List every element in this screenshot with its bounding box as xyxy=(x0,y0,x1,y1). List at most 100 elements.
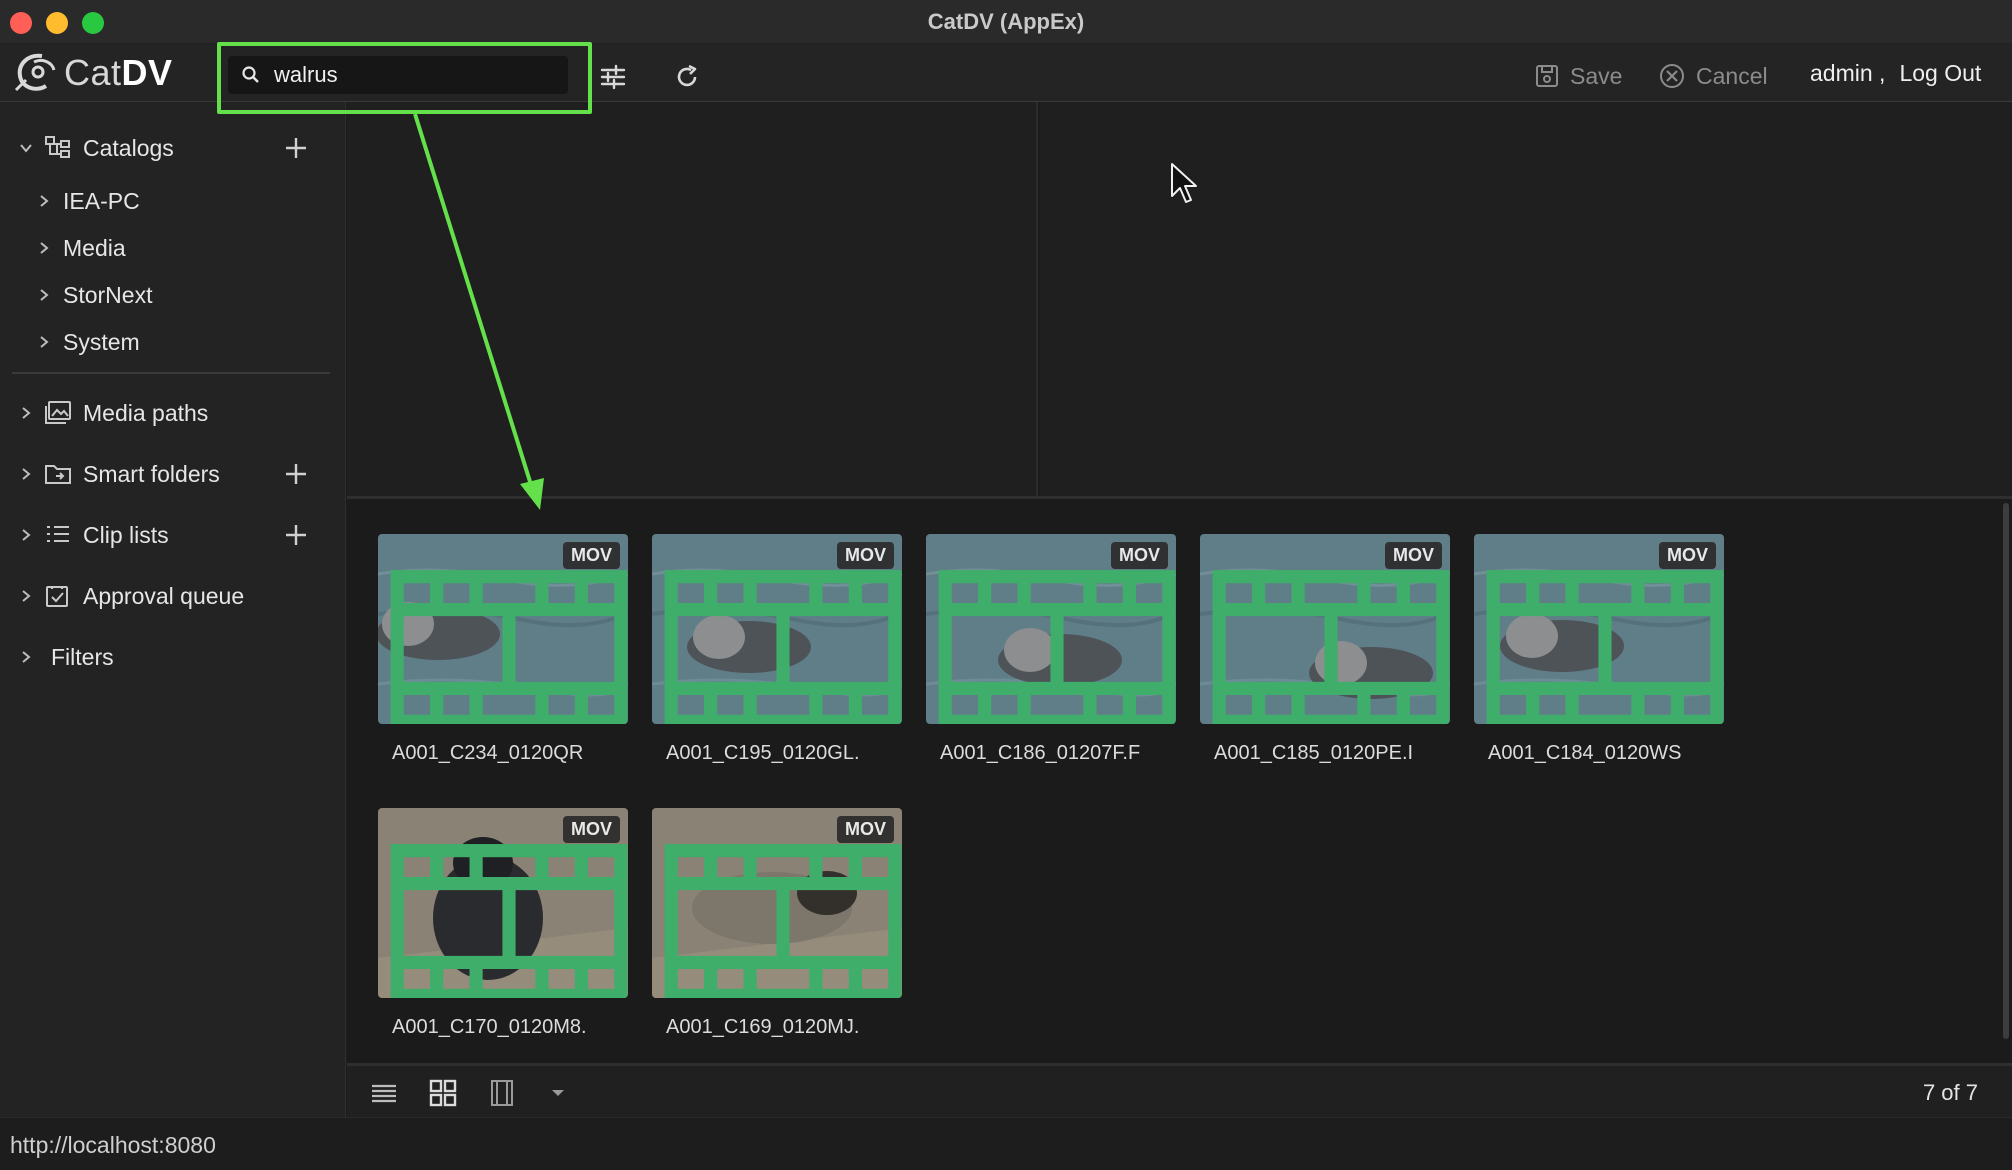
format-badge: MOV xyxy=(836,816,894,843)
media-paths-label: Media paths xyxy=(83,399,209,426)
film-strip-icon xyxy=(1212,570,1450,724)
cancel-label: Cancel xyxy=(1696,62,1768,89)
film-strip-icon xyxy=(1486,570,1724,724)
clip-name: A001_C184_0120WS xyxy=(1488,742,1682,764)
sidebar-item-catalogs[interactable]: Catalogs xyxy=(0,128,346,168)
catalog-label: Media xyxy=(63,234,126,261)
clip-thumbnail-card[interactable]: MOV A001_C195_0120GL. xyxy=(652,534,902,774)
sidebar-item-filters[interactable]: Filters xyxy=(0,637,346,677)
status-url: http://localhost:8080 xyxy=(10,1132,216,1158)
username: admin , xyxy=(1810,60,1886,86)
smart-folder-icon xyxy=(45,465,71,484)
save-button[interactable]: Save xyxy=(1534,58,1622,94)
format-badge: MOV xyxy=(1384,542,1442,569)
clip-name: A001_C234_0120QR xyxy=(392,742,584,764)
film-strip-icon xyxy=(938,570,1176,724)
save-label: Save xyxy=(1570,62,1623,89)
logout-link[interactable]: Log Out xyxy=(1899,60,1981,87)
add-clip-list-icon[interactable] xyxy=(282,521,310,549)
cancel-button[interactable]: Cancel xyxy=(1658,58,1768,94)
chevron-down-icon xyxy=(20,144,32,153)
clip-grid: MOV A001_C234_0120QR MOV A001_C195_0120G… xyxy=(347,499,2012,1063)
add-smart-folder-icon[interactable] xyxy=(282,460,310,488)
sliders-icon xyxy=(600,64,626,90)
clip-thumbnail-image[interactable]: MOV xyxy=(926,534,1176,724)
filmstrip-view-icon[interactable] xyxy=(487,1078,517,1108)
filters-label: Filters xyxy=(51,643,114,670)
sidebar-item-clip-lists[interactable]: Clip lists xyxy=(0,515,346,555)
film-strip-icon xyxy=(390,570,628,724)
sidebar-item-media-paths[interactable]: Media paths xyxy=(0,393,346,433)
list-view-icon[interactable] xyxy=(369,1078,399,1108)
format-badge: MOV xyxy=(562,816,620,843)
film-strip-icon xyxy=(390,844,628,998)
clip-thumbnail-image[interactable]: MOV xyxy=(1474,534,1724,724)
title-bar: CatDV (AppEx) xyxy=(0,0,2012,44)
clip-thumbnail-image[interactable]: MOV xyxy=(652,808,902,998)
clip-thumbnail-card[interactable]: MOV A001_C170_0120M8. xyxy=(378,808,628,1048)
film-strip-icon xyxy=(664,844,902,998)
clip-thumbnail-card[interactable]: MOV A001_C185_0120PE.I xyxy=(1200,534,1450,774)
chevron-right-icon xyxy=(40,242,49,254)
clip-lists-label: Clip lists xyxy=(83,521,169,548)
chevron-right-icon xyxy=(22,590,31,602)
catalogs-label: Catalogs xyxy=(83,134,174,161)
sidebar: Catalogs IEA-PC Media StorNext System Me… xyxy=(0,102,346,1117)
refresh-button[interactable] xyxy=(670,60,704,94)
clip-name: A001_C195_0120GL. xyxy=(666,742,860,764)
status-bar: http://localhost:8080 xyxy=(0,1117,2012,1170)
smart-folders-label: Smart folders xyxy=(83,460,220,487)
grid-view-icon[interactable] xyxy=(428,1078,458,1108)
chevron-right-icon xyxy=(22,529,31,541)
clip-thumbnail-image[interactable]: MOV xyxy=(378,534,628,724)
clip-thumbnail-card[interactable]: MOV A001_C169_0120MJ. xyxy=(652,808,902,1048)
sidebar-item-catalog[interactable]: Media xyxy=(0,228,346,268)
save-icon xyxy=(1536,65,1558,87)
filter-settings-button[interactable] xyxy=(596,60,630,94)
preview-pane-right xyxy=(1040,102,2012,496)
clip-thumbnail-card[interactable]: MOV A001_C184_0120WS xyxy=(1474,534,1724,774)
cancel-icon xyxy=(1660,64,1684,88)
preview-pane-left xyxy=(347,102,1038,496)
search-input[interactable] xyxy=(274,62,554,88)
format-badge: MOV xyxy=(562,542,620,569)
main-area: MOV A001_C234_0120QR MOV A001_C195_0120G… xyxy=(347,102,2012,1117)
chevron-right-icon xyxy=(22,407,31,419)
format-badge: MOV xyxy=(1110,542,1168,569)
clip-thumbnail-card[interactable]: MOV A001_C186_01207F.F xyxy=(926,534,1176,774)
view-controls-bar: 7 of 7 xyxy=(347,1063,2012,1117)
search-icon xyxy=(242,66,259,83)
sidebar-item-catalog[interactable]: StorNext xyxy=(0,275,346,315)
clip-thumbnail-card[interactable]: MOV A001_C234_0120QR xyxy=(378,534,628,774)
film-strip-icon xyxy=(664,570,902,724)
view-options-dropdown-icon[interactable] xyxy=(543,1078,573,1108)
approval-checkbox-icon xyxy=(46,586,68,607)
sidebar-item-smart-folders[interactable]: Smart folders xyxy=(0,454,346,494)
user-area: admin , Log Out xyxy=(1810,60,1981,87)
clip-name: A001_C186_01207F.F xyxy=(940,742,1141,764)
clip-thumbnail-image[interactable]: MOV xyxy=(652,534,902,724)
clip-thumbnail-image[interactable]: MOV xyxy=(1200,534,1450,724)
clip-count: 7 of 7 xyxy=(1922,1080,1978,1105)
catdv-logo: CatDV xyxy=(12,50,173,96)
catalog-label: StorNext xyxy=(63,281,153,308)
sidebar-item-catalog[interactable]: System xyxy=(0,322,346,362)
format-badge: MOV xyxy=(836,542,894,569)
refresh-icon xyxy=(677,64,697,87)
sidebar-item-approval-queue[interactable]: Approval queue xyxy=(0,576,346,616)
list-icon xyxy=(47,526,69,542)
catdv-logo-icon xyxy=(14,53,56,92)
clip-thumbnail-image[interactable]: MOV xyxy=(378,808,628,998)
clip-grid-scrollbar[interactable] xyxy=(2003,503,2009,1039)
clip-name: A001_C185_0120PE.I xyxy=(1214,742,1414,764)
logo-text-dv: DV xyxy=(121,52,173,93)
sidebar-item-catalog[interactable]: IEA-PC xyxy=(0,181,346,221)
catalog-label: IEA-PC xyxy=(63,187,140,214)
clip-name: A001_C170_0120M8. xyxy=(392,1016,587,1038)
add-catalog-icon[interactable] xyxy=(282,134,310,162)
media-paths-icon xyxy=(45,401,71,424)
catalog-tree-icon xyxy=(45,136,70,158)
sidebar-divider xyxy=(12,372,330,374)
chevron-right-icon xyxy=(40,195,49,207)
search-box[interactable] xyxy=(228,56,568,94)
